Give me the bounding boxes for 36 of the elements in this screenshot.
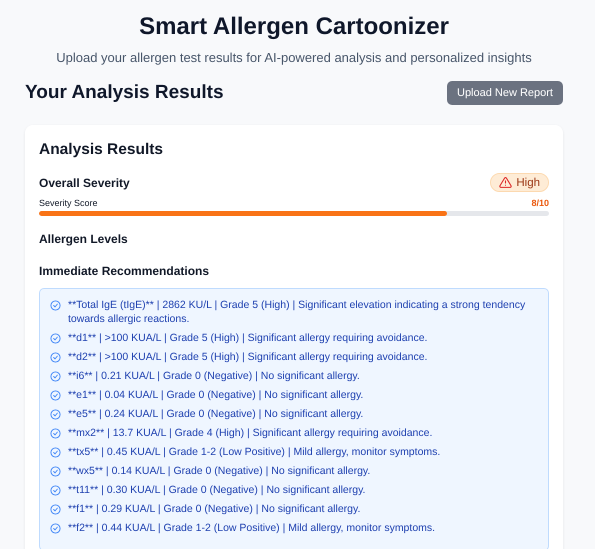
recommendations-heading: Immediate Recommendations: [39, 264, 210, 278]
allergen-levels-heading: Allergen Levels: [39, 232, 129, 246]
check-circle-icon: [50, 300, 61, 311]
recommendation-text: **d1** | >100 KUA/L | Grade 5 (High) | Significant allergy requiring avoidance.: [68, 331, 428, 345]
page-title: Smart Allergen Cartoonizer: [138, 12, 450, 42]
card-title: Analysis Results: [39, 141, 164, 159]
check-circle-icon: [50, 523, 61, 534]
severity-label: Overall Severity: [39, 176, 130, 190]
recommendation-text: **wx5** | 0.14 KUA/L | Grade 0 (Negative) | No significant allergy.: [68, 464, 370, 478]
check-circle-icon: [50, 333, 61, 344]
score-label: Severity Score: [39, 198, 98, 208]
recommendation-text: **Total IgE (tIgE)** | 2862 KU/L | Grade 5 (High) | Significant elevation indicating a strong tendency towards allergic reactions.: [68, 298, 526, 326]
page-subtitle: Upload your allergen test results for AI-powered analysis and personalized insights: [55, 50, 533, 65]
recommendation-text: **mx2** | 13.7 KUA/L | Grade 4 (High) | Significant allergy requiring avoidance.: [68, 426, 432, 440]
check-circle-icon: [50, 504, 61, 515]
warning-icon: [499, 176, 512, 189]
check-circle-icon: [50, 352, 61, 363]
recommendation-text: **f1** | 0.29 KUA/L | Grade 0 (Negative) | No significant allergy.: [68, 502, 360, 516]
recommendation-text: **i6** | 0.21 KUA/L | Grade 0 (Negative) | No significant allergy.: [68, 369, 360, 383]
recommendation-text: **tx5** | 0.45 KUA/L | Grade 1-2 (Low Positive) | Mild allergy, monitor symptoms.: [68, 445, 440, 459]
check-circle-icon: [50, 409, 61, 420]
check-circle-icon: [50, 390, 61, 401]
check-circle-icon: [50, 428, 61, 439]
check-circle-icon: [50, 371, 61, 382]
check-circle-icon: [50, 447, 61, 458]
recommendation-text: **d2** | >100 KUA/L | Grade 5 (High) | Significant allergy requiring avoidance.: [68, 350, 428, 364]
check-circle-icon: [50, 466, 61, 477]
score-value: 8/10: [531, 198, 549, 208]
recommendation-text: **e1** | 0.04 KUA/L | Grade 0 (Negative) | No significant allergy.: [68, 388, 364, 402]
recommendation-text: **f2** | 0.44 KUA/L | Grade 1-2 (Low Positive) | Mild allergy, monitor symptoms.: [68, 521, 436, 535]
check-circle-icon: [50, 485, 61, 496]
severity-badge: High: [490, 173, 549, 192]
recommendation-text: **e5** | 0.24 KUA/L | Grade 0 (Negative) | No significant allergy.: [68, 407, 364, 421]
section-title: Your Analysis Results: [25, 82, 224, 104]
recommendation-text: **t11** | 0.30 KUA/L | Grade 0 (Negative) | No significant allergy.: [68, 483, 366, 497]
upload-button[interactable]: Upload New Report: [447, 81, 563, 105]
